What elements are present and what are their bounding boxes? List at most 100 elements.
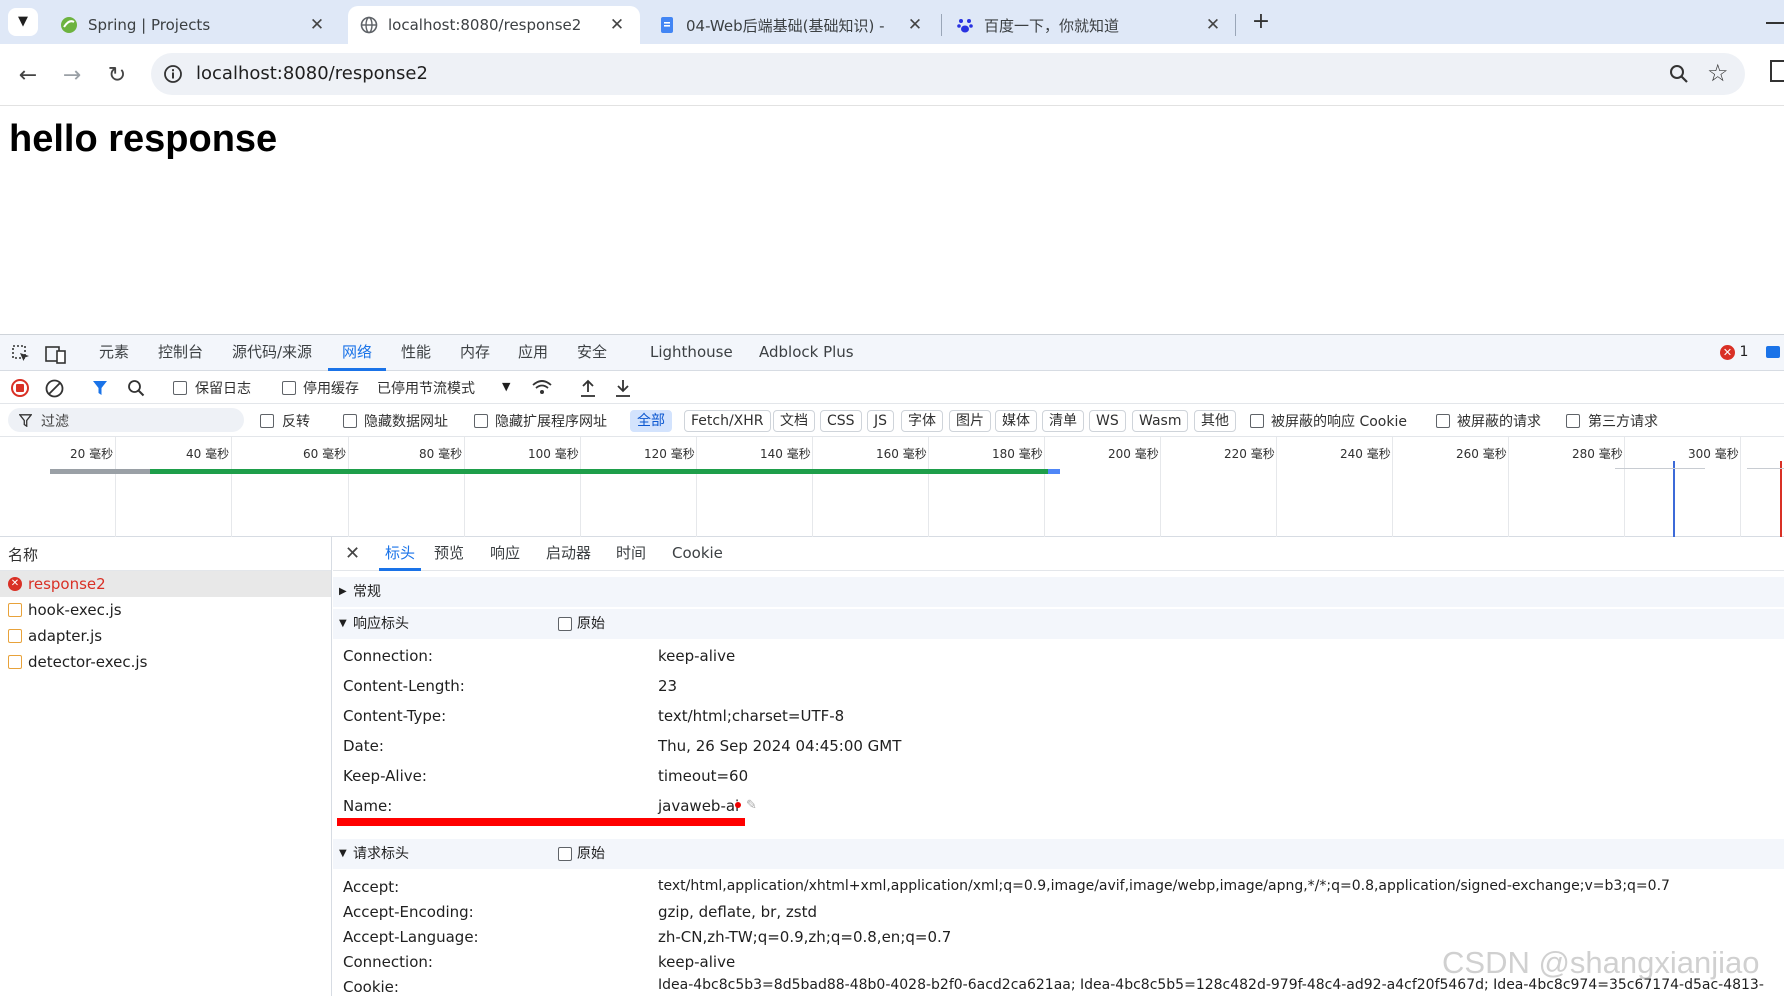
reload-icon[interactable]: ↻ (105, 64, 129, 88)
site-info-icon[interactable] (163, 64, 183, 84)
back-icon[interactable]: ← (16, 64, 40, 88)
extensions-icon[interactable] (1770, 60, 1784, 82)
filter-chip-wasm[interactable]: Wasm (1132, 410, 1189, 432)
network-conditions-icon[interactable] (531, 378, 553, 398)
issues-icon[interactable] (1766, 346, 1780, 358)
clear-icon[interactable] (45, 379, 64, 398)
close-icon[interactable]: ✕ (345, 543, 360, 564)
filter-bar: 过滤 反转 隐藏数据网址 隐藏扩展程序网址 全部 Fetch/XHR 文档 CS… (0, 404, 1784, 437)
filter-input[interactable]: 过滤 (8, 408, 244, 432)
raw-checkbox[interactable] (558, 617, 572, 631)
filter-chip-other[interactable]: 其他 (1194, 410, 1236, 432)
request-name: response2 (28, 575, 106, 593)
request-headers-section-header[interactable]: ▼ 请求标头 原始 (333, 839, 1784, 869)
tab-baidu[interactable]: 百度一下，你就知道 ✕ (946, 6, 1236, 44)
error-counter[interactable]: ✕ 1 (1720, 344, 1748, 360)
filter-chip-all[interactable]: 全部 (630, 410, 672, 432)
address-url[interactable]: localhost:8080/response2 (196, 63, 428, 84)
devtools-tab-lighthouse[interactable]: Lighthouse (650, 335, 733, 371)
tab-preview[interactable]: 预览 (434, 537, 464, 571)
list-header[interactable]: 名称 (0, 537, 331, 571)
devtools-tab-application[interactable]: 应用 (518, 335, 548, 371)
table-row[interactable]: adapter.js (0, 623, 331, 649)
filter-chip-js[interactable]: JS (867, 410, 895, 432)
header-key: Content-Length: (343, 677, 465, 695)
filter-chip-font[interactable]: 字体 (901, 410, 943, 432)
close-icon[interactable]: ✕ (1204, 15, 1222, 35)
filter-chip-media[interactable]: 媒体 (995, 410, 1037, 432)
table-row[interactable]: hook-exec.js (0, 597, 331, 623)
timeline-tick: 240 毫秒 (1340, 447, 1391, 461)
general-section-header[interactable]: ▶ 常规 (333, 577, 1784, 607)
forward-icon[interactable]: → (60, 64, 84, 88)
tab-response[interactable]: 响应 (490, 537, 520, 571)
timeline-tick: 80 毫秒 (419, 447, 463, 461)
page-heading: hello response (9, 118, 278, 160)
third-party-checkbox[interactable] (1566, 414, 1580, 428)
tab-localhost-response2[interactable]: localhost:8080/response2 ✕ (348, 6, 640, 44)
minimize-window-icon[interactable] (1766, 22, 1784, 24)
devtools-tab-console[interactable]: 控制台 (158, 335, 203, 371)
zoom-icon[interactable] (1669, 64, 1689, 84)
error-icon: ✕ (8, 577, 22, 591)
devtools-tab-elements[interactable]: 元素 (99, 335, 129, 371)
filter-icon[interactable] (92, 380, 108, 396)
header-key: Cookie: (343, 978, 399, 996)
devtools-tab-memory[interactable]: 内存 (460, 335, 490, 371)
edit-pencil-icon[interactable]: ✎ (746, 798, 757, 813)
filter-chip-css[interactable]: CSS (820, 410, 862, 432)
third-party-label: 第三方请求 (1588, 414, 1658, 430)
hide-data-urls-checkbox[interactable] (343, 414, 357, 428)
new-tab-button[interactable]: + (1248, 9, 1274, 35)
browser-toolbar: ← → ↻ localhost:8080/response2 ☆ (0, 44, 1784, 106)
address-bar[interactable]: localhost:8080/response2 ☆ (151, 53, 1745, 95)
devtools-tab-performance[interactable]: 性能 (401, 335, 431, 371)
devtools-tab-security[interactable]: 安全 (577, 335, 607, 371)
filter-chip-ws[interactable]: WS (1089, 410, 1126, 432)
response-headers-section-header[interactable]: ▼ 响应标头 原始 (333, 609, 1784, 639)
devtools-tab-network[interactable]: 网络 (328, 335, 387, 371)
invert-label: 反转 (282, 414, 310, 430)
export-har-icon[interactable] (614, 378, 632, 398)
blocked-requests-checkbox[interactable] (1436, 414, 1450, 428)
chevron-down-icon[interactable]: ▼ (502, 380, 510, 393)
bookmark-star-icon[interactable]: ☆ (1707, 59, 1729, 87)
filter-chip-fetch-xhr[interactable]: Fetch/XHR (684, 410, 771, 432)
filter-chip-doc[interactable]: 文档 (773, 410, 815, 432)
close-icon[interactable]: ✕ (308, 15, 326, 35)
search-icon[interactable] (127, 379, 145, 397)
close-icon[interactable]: ✕ (608, 15, 626, 35)
inspect-element-icon[interactable] (11, 344, 31, 364)
invert-checkbox[interactable] (260, 414, 274, 428)
blocked-cookies-checkbox[interactable] (1250, 414, 1264, 428)
tab-headers[interactable]: 标头 (379, 537, 422, 571)
network-overview-timeline[interactable]: 20 毫秒 40 毫秒 60 毫秒 80 毫秒 100 毫秒 120 毫秒 14… (0, 437, 1784, 537)
tab-initiator[interactable]: 启动器 (546, 537, 591, 571)
header-key: Content-Type: (343, 707, 447, 725)
name-column-header: 名称 (8, 546, 39, 564)
preserve-log-checkbox[interactable] (173, 381, 187, 395)
close-icon[interactable]: ✕ (906, 15, 924, 35)
tab-cookies[interactable]: Cookie (672, 537, 723, 571)
tab-spring-projects[interactable]: Spring | Projects ✕ (50, 6, 340, 44)
tab-search-button[interactable]: ▼ (8, 8, 38, 36)
hide-extension-urls-checkbox[interactable] (474, 414, 488, 428)
filter-icon (19, 414, 32, 427)
header-value: javaweb-ai (658, 797, 740, 815)
device-toolbar-icon[interactable] (45, 344, 67, 364)
tab-web-backend-doc[interactable]: 04-Web后端基础(基础知识) - ✕ (648, 6, 938, 44)
collapse-arrow-icon: ▼ (339, 848, 347, 859)
record-stop-icon[interactable] (11, 379, 29, 397)
tab-timing[interactable]: 时间 (616, 537, 646, 571)
disable-cache-checkbox[interactable] (282, 381, 296, 395)
timeline-tick: 120 毫秒 (644, 447, 695, 461)
import-har-icon[interactable] (579, 378, 597, 398)
table-row[interactable]: ✕ response2 (0, 571, 331, 597)
devtools-tab-adblock[interactable]: Adblock Plus (759, 335, 854, 371)
throttle-select[interactable]: 已停用节流模式 (377, 378, 475, 398)
raw-checkbox[interactable] (558, 847, 572, 861)
filter-chip-img[interactable]: 图片 (949, 410, 991, 432)
table-row[interactable]: detector-exec.js (0, 649, 331, 675)
filter-chip-manifest[interactable]: 清单 (1042, 410, 1084, 432)
devtools-tab-sources[interactable]: 源代码/来源 (232, 335, 312, 371)
